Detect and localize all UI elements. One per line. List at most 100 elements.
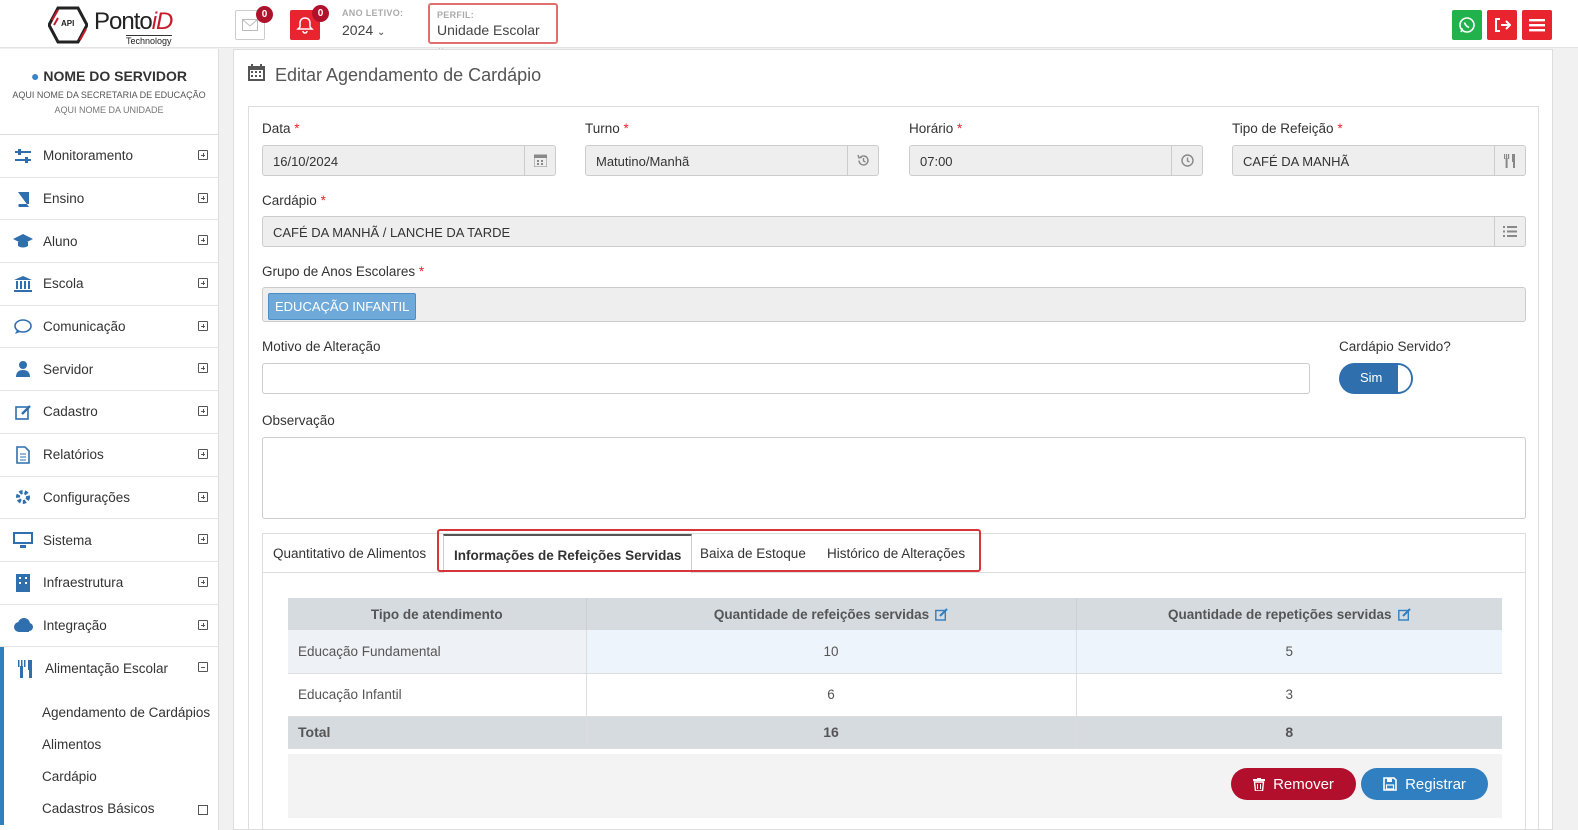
user-icon bbox=[13, 360, 33, 378]
observacao-label: Observação bbox=[262, 413, 335, 428]
grupo-field[interactable] bbox=[262, 287, 1526, 322]
logo[interactable]: API PontoiD Technology bbox=[44, 4, 184, 46]
menu-button[interactable] bbox=[1522, 10, 1552, 40]
sidebar-item-label: Integração bbox=[43, 617, 107, 633]
submenu-item-cadastros-basicos[interactable]: Cadastros Básicos bbox=[42, 793, 218, 825]
tab-informacoes-refeicoes[interactable]: Informações de Refeições Servidas bbox=[443, 534, 693, 573]
cutlery-icon bbox=[15, 659, 35, 678]
sidebar-item-configuracoes[interactable]: Configurações bbox=[0, 477, 218, 520]
edit-icon[interactable] bbox=[935, 608, 948, 622]
whatsapp-button[interactable] bbox=[1452, 10, 1482, 40]
servido-toggle[interactable]: Sim bbox=[1339, 363, 1413, 394]
turno-field[interactable]: Matutino/Manhã bbox=[585, 145, 879, 176]
messages-button[interactable]: 0 bbox=[235, 6, 273, 40]
expand-icon bbox=[198, 278, 208, 289]
page-title-text: Editar Agendamento de Cardápio bbox=[275, 64, 542, 85]
data-label: Data * bbox=[262, 121, 300, 136]
clock-icon[interactable] bbox=[1171, 146, 1202, 175]
grupo-tag[interactable]: EDUCAÇÃO INFANTIL bbox=[268, 293, 417, 320]
logo-subtitle: Technology bbox=[126, 35, 172, 46]
tab-quantitativo-alimentos[interactable]: Quantitativo de Alimentos bbox=[273, 534, 426, 573]
register-button-label: Registrar bbox=[1405, 775, 1466, 793]
tipo-refeicao-field[interactable]: CAFÉ DA MANHÃ bbox=[1232, 145, 1526, 176]
institution-icon bbox=[13, 275, 33, 293]
table-row: Educação Infantil 6 3 bbox=[288, 673, 1502, 717]
header-tipo: Tipo de atendimento bbox=[288, 598, 587, 630]
logo-api-tag: API bbox=[61, 19, 75, 28]
cardapio-label: Cardápio * bbox=[262, 193, 326, 208]
servido-toggle-label: Sim bbox=[1360, 370, 1383, 385]
horario-label: Horário * bbox=[909, 121, 963, 136]
table-cell: 5 bbox=[1076, 630, 1502, 674]
header-refeicoes[interactable]: Quantidade de refeições servidas bbox=[586, 598, 1077, 630]
expand-icon bbox=[198, 192, 208, 203]
submenu-item-agendamento[interactable]: Agendamento de Cardápios bbox=[42, 690, 218, 729]
submenu-item-cardapio[interactable]: Cardápio bbox=[42, 761, 218, 793]
notifications-button[interactable]: 0 bbox=[290, 5, 329, 40]
bell-icon bbox=[296, 17, 314, 34]
motivo-label: Motivo de Alteração bbox=[262, 339, 381, 354]
register-button[interactable]: Registrar bbox=[1361, 768, 1488, 800]
collapse-icon bbox=[198, 662, 208, 673]
trash-icon bbox=[1253, 777, 1266, 791]
sidebar-item-cadastro[interactable]: Cadastro bbox=[0, 391, 218, 434]
table-total-row: Total 16 8 bbox=[288, 716, 1502, 749]
remove-button[interactable]: Remover bbox=[1231, 768, 1356, 800]
sidebar-item-sistema[interactable]: Sistema bbox=[0, 519, 218, 562]
sidebar-item-label: Aluno bbox=[43, 233, 78, 249]
whatsapp-icon bbox=[1459, 17, 1475, 33]
logo-brand: PontoiD bbox=[94, 8, 173, 35]
cutlery-icon[interactable] bbox=[1494, 146, 1525, 175]
perfil-select[interactable]: PERFIL: Unidade Escolar ⌄ bbox=[428, 3, 558, 54]
header-repeticoes[interactable]: Quantidade de repetições servidas bbox=[1076, 598, 1502, 630]
submenu-item-alimentos[interactable]: Alimentos bbox=[42, 729, 218, 761]
toggle-knob bbox=[1398, 365, 1411, 392]
expand-icon bbox=[198, 534, 208, 545]
sidebar-item-servidor[interactable]: Servidor bbox=[0, 348, 218, 392]
sidebar-item-aluno[interactable]: Aluno bbox=[0, 220, 218, 264]
gear-icon bbox=[13, 488, 33, 506]
motivo-field[interactable] bbox=[262, 363, 1310, 394]
logout-button[interactable] bbox=[1487, 10, 1517, 40]
remove-button-label: Remover bbox=[1273, 775, 1334, 793]
total-repeticoes: 8 bbox=[1076, 716, 1502, 749]
history-icon[interactable] bbox=[847, 146, 878, 175]
tab-baixa-estoque[interactable]: Baixa de Estoque bbox=[700, 534, 806, 573]
sidebar-item-ensino[interactable]: Ensino bbox=[0, 178, 218, 221]
sidebar-item-alimentacao-escolar[interactable]: Alimentação Escolar bbox=[0, 647, 218, 690]
table-cell: 6 bbox=[586, 673, 1077, 717]
sidebar-item-monitoramento[interactable]: Monitoramento bbox=[0, 135, 218, 178]
tab-historico-alteracoes[interactable]: Histórico de Alterações bbox=[827, 534, 965, 573]
unidade-name: AQUI NOME DA UNIDADE bbox=[54, 105, 164, 115]
calendar-icon[interactable] bbox=[524, 146, 555, 175]
envelope-icon bbox=[242, 19, 258, 31]
expand-icon bbox=[198, 804, 208, 815]
main-content: Editar Agendamento de Cardápio Data * Tu… bbox=[233, 49, 1553, 830]
observacao-textarea[interactable] bbox=[262, 437, 1526, 519]
sidebar-item-infraestrutura[interactable]: Infraestrutura bbox=[0, 562, 218, 605]
ano-letivo-select[interactable]: ANO LETIVO: 2024 ⌄ bbox=[342, 8, 403, 38]
sidebar-item-escola[interactable]: Escola bbox=[0, 263, 218, 306]
sidebar-item-label: Monitoramento bbox=[43, 148, 134, 164]
sidebar-item-relatorios[interactable]: Relatórios bbox=[0, 434, 218, 477]
form-actions: Remover Registrar bbox=[288, 754, 1502, 818]
horario-field[interactable]: 07:00 bbox=[909, 145, 1203, 176]
form-panel: Data * Turno * Horário * Tipo de Refeiçã… bbox=[248, 106, 1539, 830]
sliders-icon bbox=[13, 147, 33, 165]
refeicoes-table: Tipo de atendimento Quantidade de refeiç… bbox=[288, 598, 1502, 749]
sign-out-icon bbox=[1495, 18, 1511, 32]
data-field[interactable]: 16/10/2024 bbox=[262, 145, 556, 176]
grupo-label: Grupo de Anos Escolares * bbox=[262, 264, 425, 279]
tipo-refeicao-label: Tipo de Refeição * bbox=[1232, 121, 1343, 136]
sidebar: ● NOME DO SERVIDOR AQUI NOME DA SECRETAR… bbox=[0, 49, 219, 830]
edit-icon[interactable] bbox=[1397, 608, 1411, 622]
table-cell: 10 bbox=[586, 630, 1077, 674]
expand-icon bbox=[198, 235, 208, 246]
sidebar-item-comunicacao[interactable]: Comunicação bbox=[0, 306, 218, 349]
list-icon[interactable] bbox=[1494, 217, 1525, 246]
table-header-row: Tipo de atendimento Quantidade de refeiç… bbox=[288, 598, 1502, 630]
table-cell: 3 bbox=[1076, 673, 1502, 717]
sidebar-item-integracao[interactable]: Integração bbox=[0, 605, 218, 648]
cardapio-field[interactable]: CAFÉ DA MANHÃ / LANCHE DA TARDE bbox=[262, 216, 1526, 247]
graduation-cap-icon bbox=[13, 232, 33, 250]
